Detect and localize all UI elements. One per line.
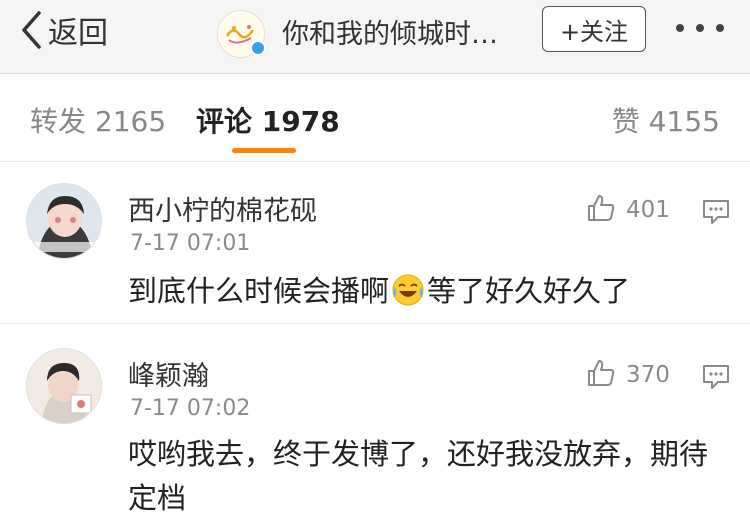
tab-reposts[interactable]: 转发 2165 (30, 100, 166, 140)
username[interactable]: 峰颖瀚 (128, 354, 209, 393)
thumbs-up-icon (586, 193, 616, 227)
page-title: 你和我的倾城时… (282, 19, 498, 50)
tab-bar: 转发 2165 评论 1978 赞 4155 (0, 74, 750, 162)
like-count: 370 (626, 362, 670, 388)
like-button[interactable]: 370 (586, 358, 670, 392)
top-navigation-bar: 返回 你和我的倾城时… +关注 (0, 0, 750, 74)
dot (676, 24, 684, 32)
comment-text-part: 等了好久好久了 (427, 274, 631, 308)
tab-comments[interactable]: 评论 1978 (196, 100, 340, 140)
comment-text: 哎哟我去，终于发博了，还好我没放弃，期待定档 (128, 437, 709, 515)
like-count: 401 (626, 197, 670, 223)
comment-bubble-icon[interactable] (702, 364, 730, 394)
comment-text: 到底什么时候会播啊 等了好久好久了 (128, 269, 718, 319)
comment-timestamp: 7-17 07:01 (130, 231, 251, 256)
avatar[interactable] (26, 183, 102, 259)
comment-bubble-icon[interactable] (702, 199, 730, 229)
dot (696, 24, 704, 32)
thumbs-up-icon (586, 358, 616, 392)
avatar[interactable] (26, 348, 102, 424)
comment-text-part: 到底什么时候会播啊 (128, 274, 390, 308)
username[interactable]: 西小柠的棉花砚 (128, 189, 317, 228)
back-button[interactable]: 返回 (20, 8, 108, 52)
active-tab-indicator (232, 148, 296, 153)
chevron-left-icon (20, 10, 42, 50)
laughing-crying-emoji-icon (391, 273, 425, 319)
follow-button[interactable]: +关注 (542, 6, 646, 52)
comment-item: 峰颖瀚 7-17 07:02 370 哎哟我去，终于发博了，还好我没放弃，期待定… (0, 324, 750, 525)
more-dots-icon[interactable] (676, 18, 724, 38)
comment-item: 西小柠的棉花砚 7-17 07:01 401 到底什么时候会播啊 等了好久好久了 (0, 163, 750, 324)
dot (716, 24, 724, 32)
back-label: 返回 (48, 16, 108, 51)
like-button[interactable]: 401 (586, 193, 670, 227)
tab-likes[interactable]: 赞 4155 (612, 100, 720, 140)
verified-badge-icon (250, 40, 266, 56)
comment-timestamp: 7-17 07:02 (130, 396, 251, 421)
